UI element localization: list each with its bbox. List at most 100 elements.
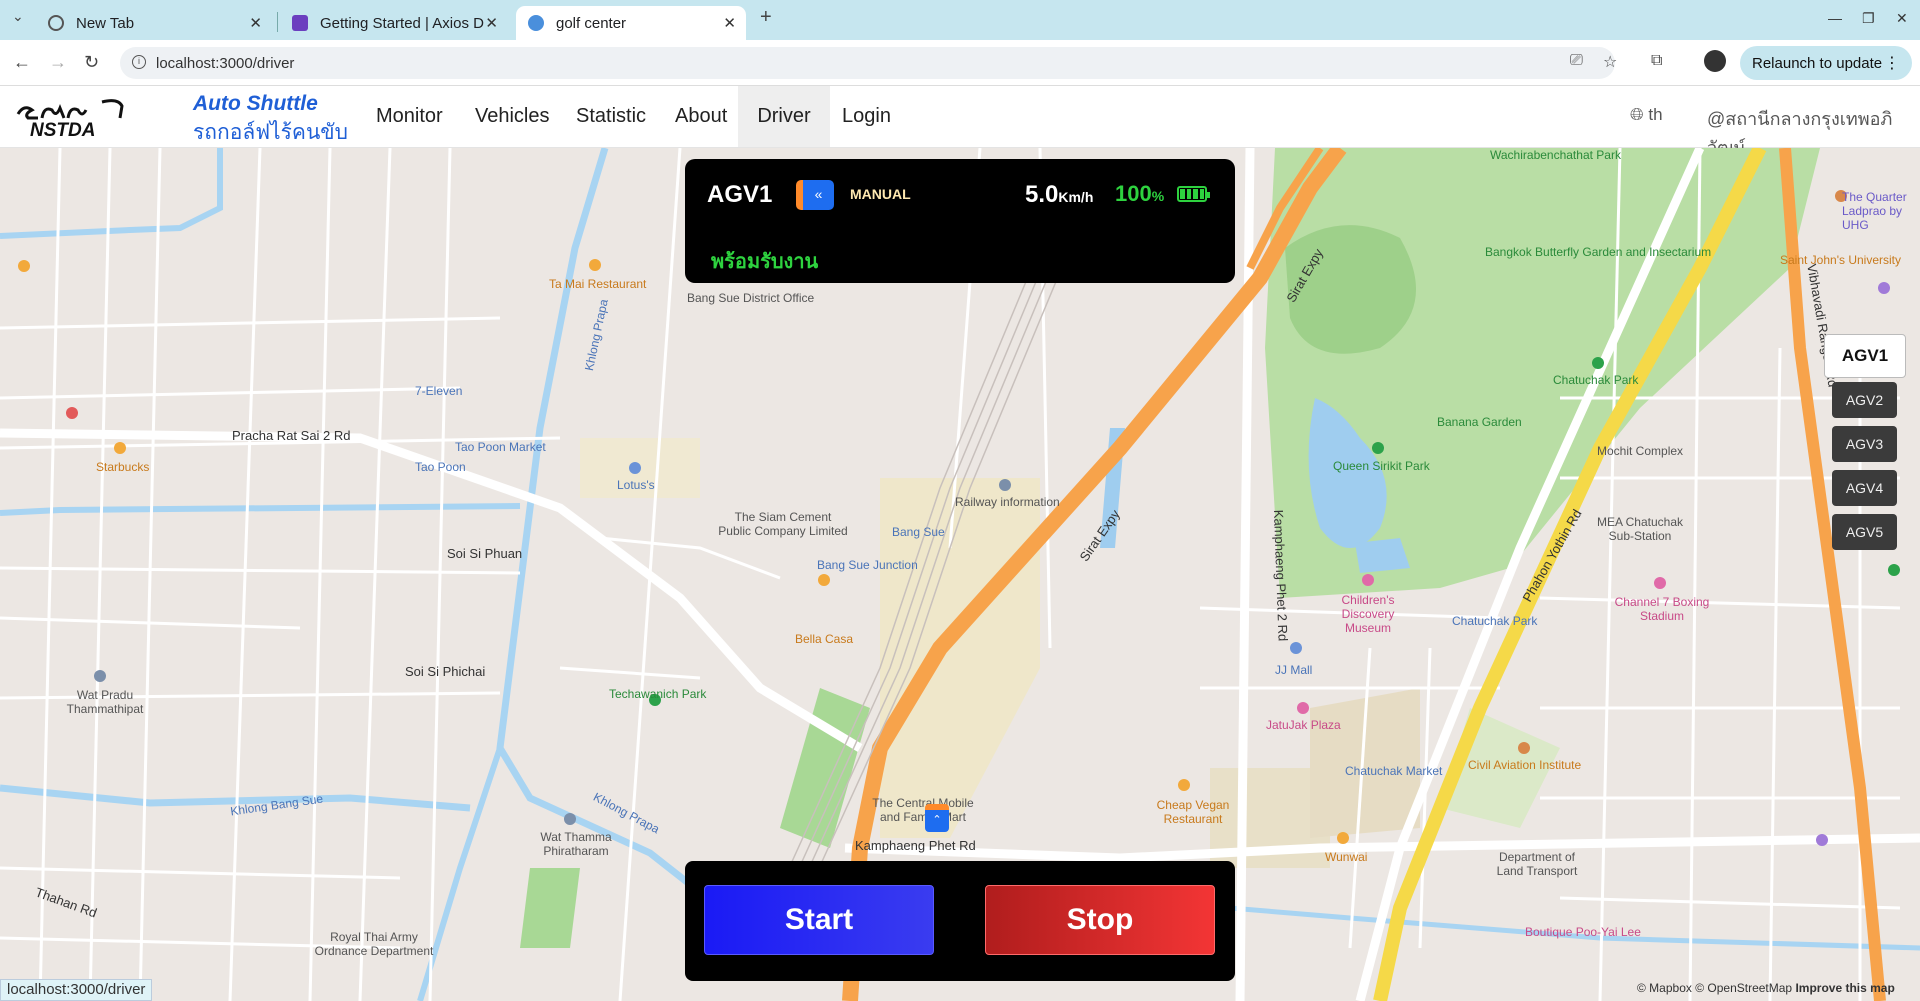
globe-icon: 🌐︎ [1630, 105, 1644, 124]
app-header: NSTDA Auto Shuttle รถกอล์ฟไร้คนขับ Monit… [0, 86, 1920, 158]
relaunch-button[interactable]: Relaunch to update ⋮ [1740, 46, 1912, 80]
nav-about[interactable]: About [663, 86, 739, 147]
nav-statistic[interactable]: Statistic [564, 86, 658, 147]
map-label: Department of Land Transport [1496, 850, 1578, 878]
map-label: Railway information [955, 495, 1060, 509]
vehicle-select-agv2[interactable]: AGV2 [1832, 382, 1897, 418]
map-label: Wat Pradu Thammathipat [66, 688, 144, 716]
map-label: Channel 7 Boxing Stadium [1614, 595, 1710, 623]
restore-icon[interactable]: ❐ [1862, 10, 1875, 27]
tab-title: New Tab [76, 14, 135, 32]
map-label: JatuJak Plaza [1266, 718, 1341, 732]
install-icon[interactable]: ⎚ [1570, 52, 1583, 70]
map-label: Queen Sirikit Park [1333, 459, 1430, 473]
vehicle-select-agv1[interactable]: AGV1 [1824, 334, 1906, 378]
map-label: Wat Thamma Phiratharam [540, 830, 612, 858]
map-label: Ta Mai Restaurant [549, 277, 647, 291]
start-button[interactable]: Start [704, 885, 934, 955]
bookmark-star-icon[interactable]: ☆ [1603, 52, 1617, 72]
map-label: Mochit Complex [1597, 444, 1684, 458]
close-tab-icon[interactable]: ✕ [485, 14, 498, 32]
map-label: Children's Discovery Museum [1341, 593, 1395, 635]
profile-avatar[interactable] [1704, 50, 1726, 72]
nav-monitor[interactable]: Monitor [364, 86, 455, 147]
map-label: Tao Poon [415, 460, 466, 474]
relaunch-label: Relaunch to update [1752, 54, 1883, 72]
speed-value: 5.0 [1025, 181, 1059, 208]
tab-axios[interactable]: Getting Started | Axios D ✕ [280, 6, 508, 40]
nav-login[interactable]: Login [830, 86, 903, 147]
map-label: Royal Thai Army Ordnance Department [314, 930, 434, 958]
improve-map-link[interactable]: Improve this map [1795, 981, 1894, 995]
map-label: Wachirabenchathat Park [1490, 148, 1621, 162]
map-label: Saint John's University [1780, 253, 1902, 267]
vehicle-name: AGV1 [707, 181, 773, 208]
map-label: The Central Mobile and Family Mart [872, 796, 974, 824]
osm-attribution[interactable]: © OpenStreetMap [1695, 981, 1792, 995]
link-status-bar: localhost:3000/driver [0, 979, 153, 1001]
new-tab-icon[interactable]: + [760, 6, 772, 29]
vehicle-marker[interactable]: ⌃ [925, 804, 949, 832]
close-tab-icon[interactable]: ✕ [249, 14, 262, 32]
stop-button[interactable]: Stop [985, 885, 1215, 955]
map-label: Wunwai [1325, 850, 1368, 864]
nav-vehicles[interactable]: Vehicles [463, 86, 562, 147]
vehicle-select-agv4[interactable]: AGV4 [1832, 470, 1897, 506]
map-label: Bangkok Butterfly Garden and Insectarium [1485, 245, 1712, 259]
reload-icon[interactable]: ↻ [84, 52, 99, 73]
map-label: Techawanich Park [609, 687, 707, 701]
map-label: Civil Aviation Institute [1468, 758, 1582, 772]
svg-text:NSTDA: NSTDA [30, 120, 95, 138]
brand-subtitle: รถกอล์ฟไร้คนขับ [193, 121, 348, 144]
nav-driver[interactable]: Driver [738, 86, 830, 147]
map-label: 7-Eleven [415, 384, 463, 398]
map-label: Banana Garden [1437, 415, 1522, 429]
minimize-icon[interactable]: — [1828, 10, 1842, 26]
battery-icon [1177, 186, 1210, 202]
close-window-icon[interactable]: ✕ [1896, 10, 1908, 27]
drive-control-panel: Start Stop [685, 861, 1235, 981]
map-label: Bang Sue [892, 525, 945, 539]
speed-unit: Km/h [1058, 189, 1094, 205]
tab-golf-center[interactable]: golf center ✕ [516, 6, 746, 40]
tab-title: Getting Started | Axios D [320, 14, 484, 32]
map-label: The Quarter Ladprao by UHG [1842, 190, 1907, 232]
browser-toolbar: ← → ↻ i localhost:3000/driver ⎚ ☆ ⧉ Rela… [0, 40, 1920, 86]
map-label: Starbucks [96, 460, 150, 474]
map-label: Boutique Poo-Yai Lee [1525, 925, 1641, 939]
brand-title: Auto Shuttle [193, 92, 318, 115]
map-label: Pracha Rat Sai 2 Rd [232, 428, 351, 443]
map-label: Lotus's [617, 478, 655, 492]
tab-new-tab[interactable]: New Tab ✕ [36, 6, 272, 40]
browser-tabbar: ⌄ New Tab ✕ Getting Started | Axios D ✕ … [0, 0, 1920, 40]
map-label: Soi Si Phuan [447, 546, 523, 561]
back-icon[interactable]: ← [13, 52, 31, 73]
address-bar[interactable]: i localhost:3000/driver [120, 47, 1615, 79]
forward-icon[interactable]: → [49, 52, 67, 73]
vehicle-select-agv5[interactable]: AGV5 [1832, 514, 1897, 550]
vehicle-info-panel: AGV1 « MANUAL 5.0Km/h 100% พร้อมรับงาน [685, 159, 1235, 283]
drive-mode: MANUAL [850, 186, 911, 202]
map-label: JJ Mall [1275, 663, 1313, 677]
kebab-menu-icon[interactable]: ⋮ [1884, 53, 1900, 73]
vehicle-select-agv3[interactable]: AGV3 [1832, 426, 1897, 462]
battery-readout: 100% [1115, 181, 1164, 207]
nstda-logo: NSTDA [16, 99, 124, 138]
battery-unit: % [1151, 188, 1165, 204]
mapbox-attribution[interactable]: © Mapbox [1637, 981, 1692, 995]
map-label: Cheap Vegan Restaurant [1156, 798, 1230, 826]
tab-search-icon[interactable]: ⌄ [12, 8, 24, 25]
map-label: Tao Poon Market [455, 440, 546, 454]
vehicle-status: พร้อมรับงาน [711, 251, 819, 273]
close-tab-icon[interactable]: ✕ [723, 14, 736, 32]
extensions-icon[interactable]: ⧉ [1651, 52, 1662, 70]
map-label: Bang Sue District Office [687, 291, 815, 305]
tab-title: golf center [556, 14, 627, 32]
site-info-icon[interactable]: i [132, 55, 146, 69]
map-label: MEA Chatuchak Sub-Station [1596, 515, 1684, 543]
map-label: Chatuchak Park [1553, 373, 1639, 387]
map-label: The Siam Cement Public Company Limited [718, 510, 848, 538]
direction-up-icon: ⌃ [932, 814, 942, 826]
map-label: Chatuchak Park [1452, 614, 1538, 628]
language-switcher[interactable]: 🌐︎ th [1630, 105, 1663, 125]
